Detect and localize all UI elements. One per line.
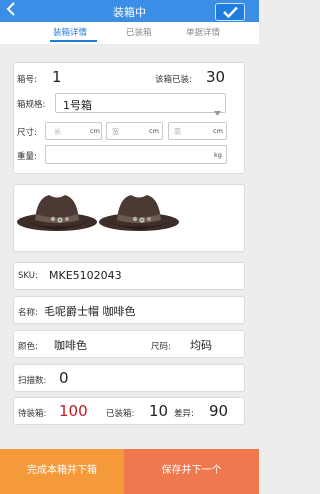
weight-unit: kg [214,151,222,159]
name-value: 毛呢爵士帽 咖啡色 [44,305,136,318]
checkmark-icon [223,6,238,18]
box-spec-label: 箱规格: [17,100,46,110]
summary-row: 待装箱: 100 已装箱: 10 差异: 90 [13,397,245,425]
tab-order-details[interactable]: 单据详情 [186,26,220,38]
confirm-button[interactable] [215,3,245,21]
finish-box-button[interactable]: 完成本箱并下箱 [0,449,124,494]
diff-value: 90 [209,402,229,420]
color-value: 咖啡色 [54,339,87,352]
box-packed-value: 30 [206,68,226,86]
size-code-value: 均码 [190,339,212,352]
height-input[interactable]: 高 cm [168,122,227,140]
packed-value: 10 [149,402,169,420]
length-unit: cm [90,127,100,135]
color-size-row: 颜色: 咖啡色 尺码: 均码 [13,330,245,358]
tab-box-details[interactable]: 装箱详情 [53,26,87,38]
color-label: 颜色: [18,342,38,352]
scan-count-value: 0 [59,369,69,387]
name-label: 名称: [18,308,38,318]
dropdown-arrow-icon [214,101,221,120]
active-tab-indicator [50,40,97,42]
sku-value: MKE5102043 [49,269,122,282]
width-placeholder: 宽 [112,128,119,136]
scan-count-label: 扫描数: [18,376,47,386]
box-no-value: 1 [52,68,62,86]
height-placeholder: 高 [174,128,181,136]
box-packed-label: 该箱已装: [155,75,192,85]
pending-value: 100 [59,402,88,420]
size-code-label: 尺码: [151,342,171,352]
diff-label: 差异: [174,409,194,419]
product-image[interactable] [97,190,182,244]
length-input[interactable]: 长 cm [45,122,102,140]
scan-count-row: 扫描数: 0 [13,364,245,392]
width-unit: cm [149,127,159,135]
tab-packed[interactable]: 已装箱 [126,26,152,38]
name-row: 名称: 毛呢爵士帽 咖啡色 [13,296,245,324]
width-input[interactable]: 宽 cm [106,122,163,140]
sku-row: SKU: MKE5102043 [13,262,245,290]
tab-bar: 装箱详情 已装箱 单据详情 [0,22,259,44]
sku-label: SKU: [18,271,38,281]
weight-label: 重量: [17,152,37,162]
product-image[interactable] [15,190,100,244]
pending-label: 待装箱: [18,409,47,419]
box-spec-value: 1号箱 [63,99,92,112]
size-label: 尺寸: [17,128,37,138]
header-bar: 装箱中 [0,0,259,22]
height-unit: cm [213,127,223,135]
box-spec-select[interactable]: 1号箱 [55,93,226,116]
packed-label: 已装箱: [106,409,135,419]
weight-input[interactable]: kg [45,145,227,164]
length-placeholder: 长 [54,128,61,136]
box-no-label: 箱号: [17,75,37,85]
save-next-button[interactable]: 保存并下一个 [124,449,259,494]
